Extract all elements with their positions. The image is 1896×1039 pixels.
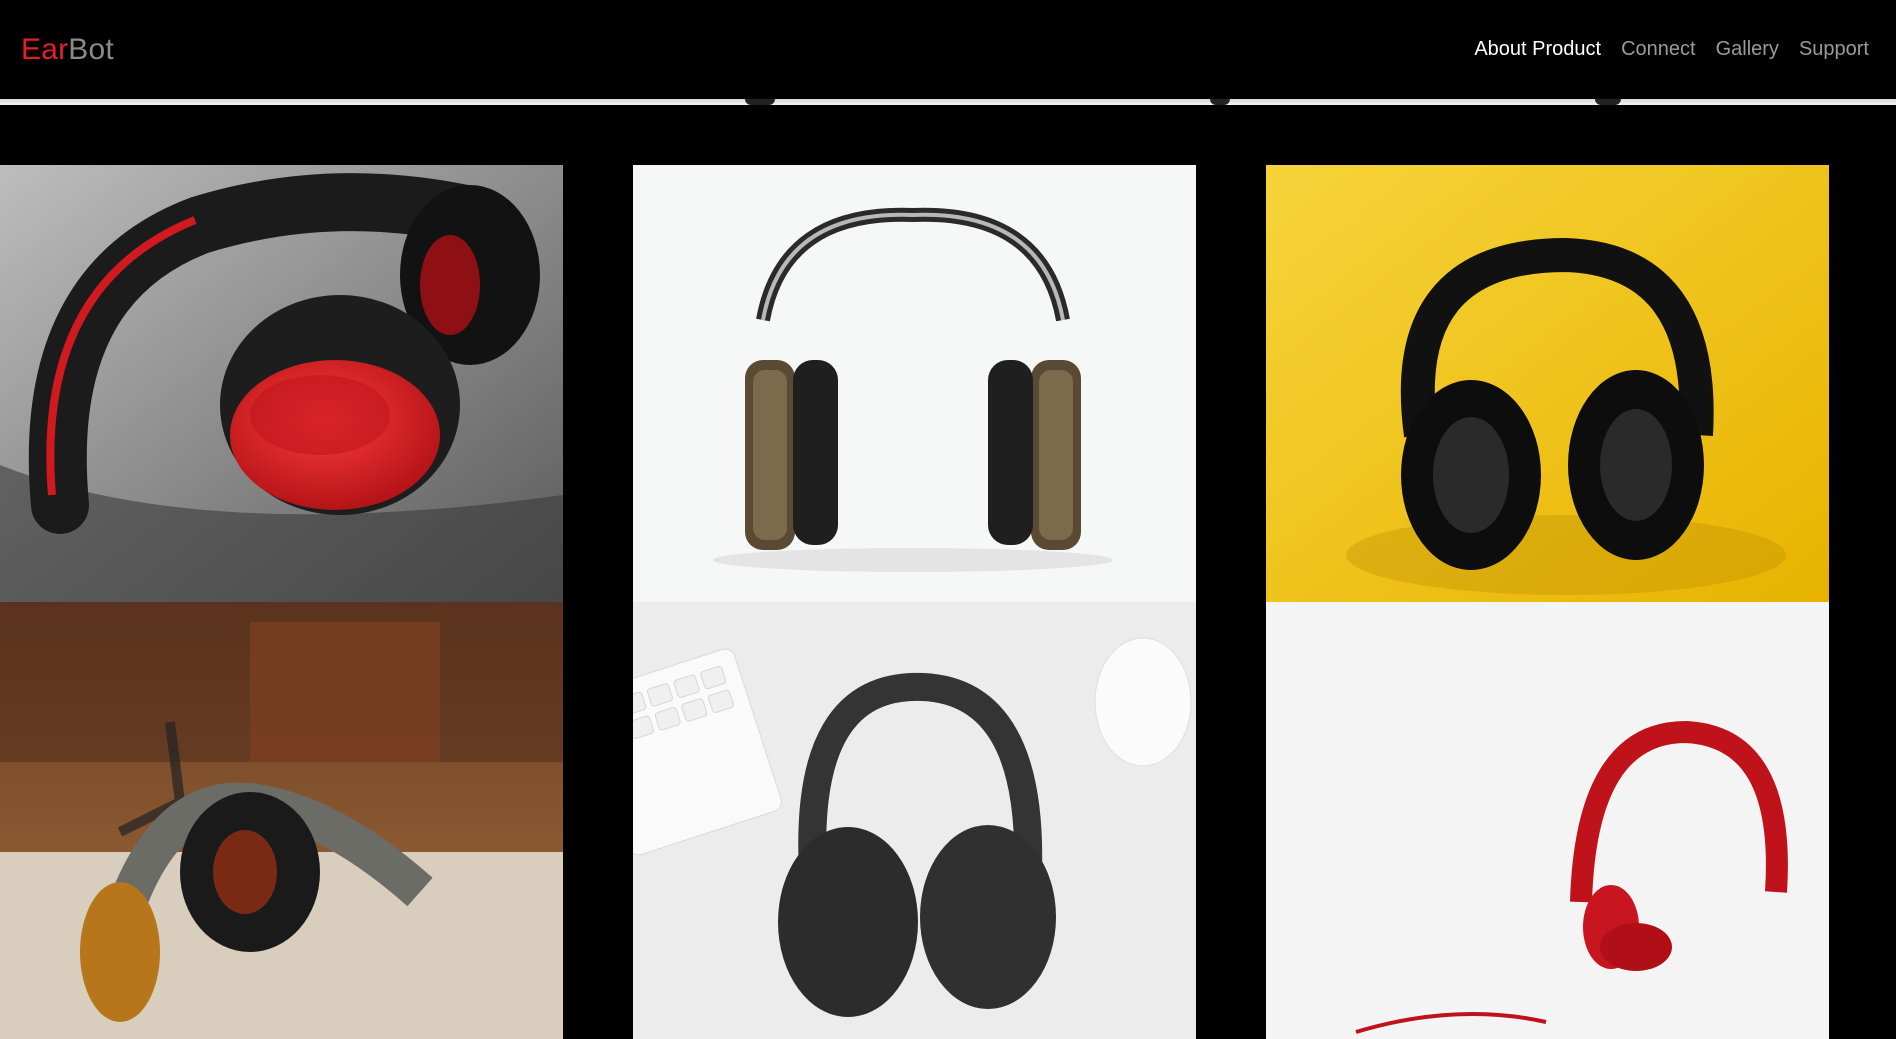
nav-link-about-product[interactable]: About Product bbox=[1474, 38, 1601, 61]
headphones-image-icon bbox=[633, 602, 1196, 1039]
gallery-image-bronze-headphones[interactable] bbox=[0, 602, 563, 1039]
brand-logo-part-bot: Bot bbox=[68, 32, 114, 66]
nav-links: About Product Connect Gallery Support bbox=[1474, 38, 1869, 61]
hero-dark-shape bbox=[1210, 99, 1230, 105]
brand-logo[interactable]: EarBot bbox=[21, 33, 114, 67]
gallery-image-gray-headphones-desk[interactable] bbox=[633, 602, 1196, 1039]
hero-image-strip bbox=[0, 99, 1896, 105]
hero-dark-shape bbox=[745, 99, 775, 105]
headphones-image-icon bbox=[1266, 165, 1829, 602]
gallery-image-red-black-headphones[interactable] bbox=[0, 165, 563, 602]
gallery-image-black-headphones-yellow[interactable] bbox=[1266, 165, 1829, 602]
nav-link-gallery[interactable]: Gallery bbox=[1716, 38, 1779, 61]
nav-link-connect[interactable]: Connect bbox=[1621, 38, 1696, 61]
nav-link-support[interactable]: Support bbox=[1799, 38, 1869, 61]
headphones-image-icon bbox=[0, 602, 563, 1039]
hero-dark-shape bbox=[1595, 99, 1621, 105]
gallery-grid bbox=[0, 165, 1896, 1039]
navbar: EarBot About Product Connect Gallery Sup… bbox=[0, 0, 1896, 99]
gallery-image-red-headphones-white[interactable] bbox=[1266, 602, 1829, 1039]
brand-logo-part-ear: Ear bbox=[21, 32, 69, 66]
headphones-image-icon bbox=[633, 165, 1196, 602]
headphones-image-icon bbox=[1266, 602, 1829, 1039]
headphones-image-icon bbox=[0, 165, 563, 602]
gallery-image-wooden-studio-headphones[interactable] bbox=[633, 165, 1196, 602]
